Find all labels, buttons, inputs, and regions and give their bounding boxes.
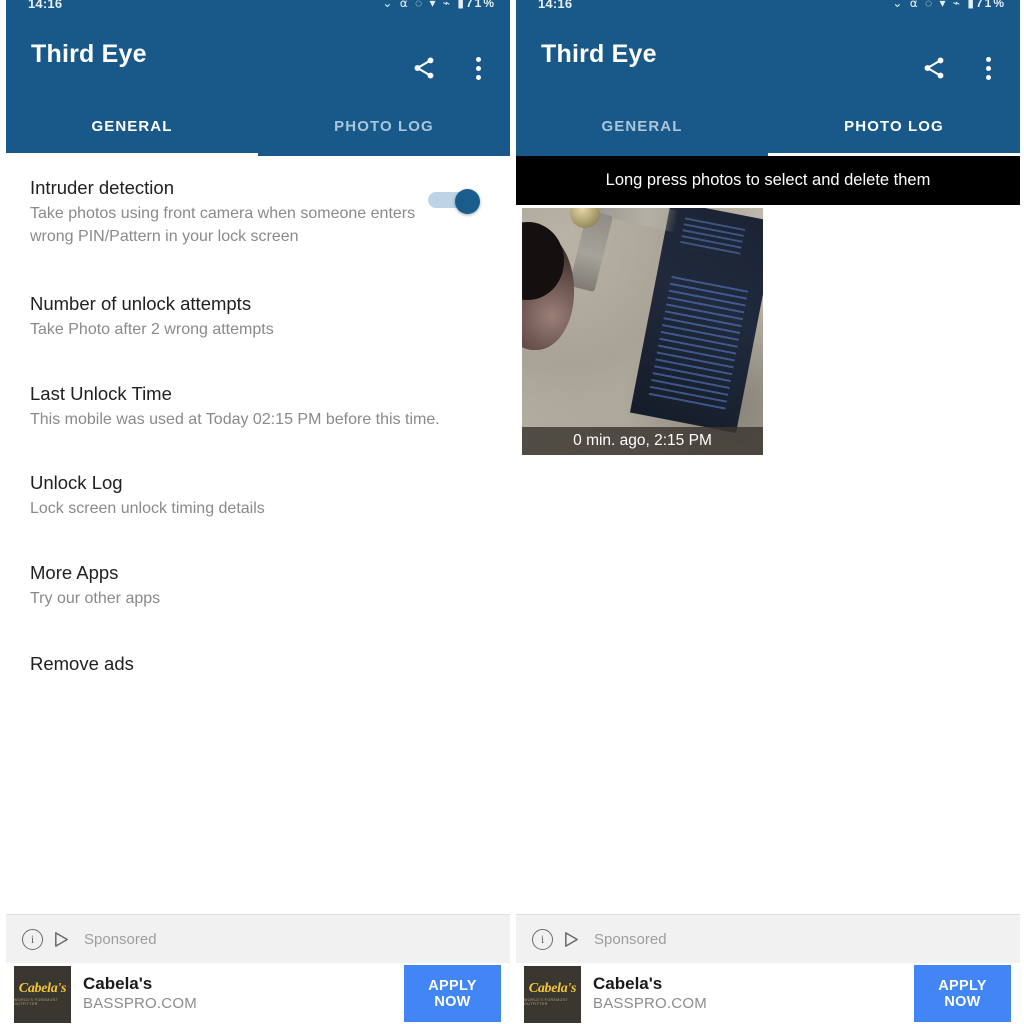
status-bar-system-icons: ⌄ ⍺ ◌ ▾ ⌁ ▮71% bbox=[892, 0, 1006, 10]
advertiser-logo: Cabela's World's Foremost Outfitter bbox=[524, 965, 581, 1023]
tab-photo-log[interactable]: PHOTO LOG bbox=[258, 100, 510, 156]
tab-general[interactable]: GENERAL bbox=[6, 100, 258, 156]
setting-remove-ads[interactable]: Remove ads bbox=[6, 652, 510, 676]
intruder-detection-toggle[interactable] bbox=[428, 189, 480, 214]
overflow-dots bbox=[475, 56, 481, 80]
tab-photo-log[interactable]: PHOTO LOG bbox=[768, 100, 1020, 156]
setting-subtitle: Take photos using front camera when some… bbox=[30, 205, 416, 245]
apply-now-button[interactable]: APPLY NOW bbox=[404, 965, 501, 1022]
app-title: Third Eye bbox=[31, 40, 147, 68]
setting-title: Last Unlock Time bbox=[30, 382, 172, 404]
settings-list: Intruder detection Take photos using fro… bbox=[6, 156, 510, 676]
setting-title: Unlock Log bbox=[30, 472, 123, 493]
photo-detail-monitor bbox=[629, 208, 763, 434]
setting-title: Intruder detection bbox=[30, 177, 174, 198]
overflow-dot bbox=[985, 56, 991, 62]
status-bar: 14:16 ⌄ ⍺ ◌ ▾ ⌁ ▮71% bbox=[516, 0, 1020, 16]
overflow-dot bbox=[475, 65, 481, 71]
setting-unlock-attempts[interactable]: Number of unlock attempts Take Photo aft… bbox=[6, 292, 510, 342]
status-icons-glyphs: ⌄ ⍺ ◌ ▾ ⌁ ▮ bbox=[382, 0, 466, 10]
tab-general[interactable]: GENERAL bbox=[516, 100, 768, 156]
screenshot-root: 14:16 ⌄ ⍺ ◌ ▾ ⌁ ▮71% Third Eye GENERAL P… bbox=[0, 0, 1024, 1024]
ad-sponsored-strip: i Sponsored bbox=[6, 914, 510, 963]
long-press-hint-banner: Long press photos to select and delete t… bbox=[516, 156, 1020, 205]
ad-advertiser-name: Cabela's bbox=[593, 974, 663, 993]
status-bar-system-icons: ⌄ ⍺ ◌ ▾ ⌁ ▮71% bbox=[382, 0, 496, 10]
setting-last-unlock-time[interactable]: Last Unlock Time This mobile was used at… bbox=[6, 382, 510, 432]
ad-sponsored-strip: i Sponsored bbox=[516, 914, 1020, 963]
ad-domain: BASSPRO.COM bbox=[83, 995, 197, 1012]
ad-banner: i Sponsored Cabela's World's Foremost Ou… bbox=[6, 914, 510, 1024]
sponsored-label: Sponsored bbox=[84, 930, 157, 948]
overflow-dot bbox=[475, 74, 481, 80]
ad-domain: BASSPRO.COM bbox=[593, 995, 707, 1012]
status-bar-clock: 14:16 bbox=[538, 0, 573, 11]
setting-title: More Apps bbox=[30, 561, 119, 583]
overflow-menu-icon[interactable] bbox=[464, 54, 492, 82]
overflow-dot bbox=[475, 56, 481, 62]
advertiser-logo: Cabela's World's Foremost Outfitter bbox=[14, 965, 71, 1023]
status-bar-clock: 14:16 bbox=[28, 0, 63, 11]
setting-title: Remove ads bbox=[30, 653, 134, 674]
ad-text-block: Cabela's BASSPRO.COM bbox=[593, 974, 707, 1014]
battery-percent: 71% bbox=[465, 0, 496, 10]
overflow-dot bbox=[985, 74, 991, 80]
photo-thumbnail-item[interactable]: 0 min. ago, 2:15 PM bbox=[522, 208, 763, 455]
advertiser-logo-subtext: World's Foremost Outfitter bbox=[14, 998, 59, 1006]
overflow-menu-icon[interactable] bbox=[974, 54, 1002, 82]
ad-advertiser-name: Cabela's bbox=[83, 974, 153, 993]
status-icons-glyphs: ⌄ ⍺ ◌ ▾ ⌁ ▮ bbox=[892, 0, 976, 10]
setting-intruder-detection[interactable]: Intruder detection Take photos using fro… bbox=[6, 176, 510, 248]
info-icon[interactable]: i bbox=[22, 928, 43, 950]
ad-body[interactable]: Cabela's World's Foremost Outfitter Cabe… bbox=[6, 963, 510, 1024]
apply-now-button[interactable]: APPLY NOW bbox=[914, 965, 1011, 1022]
status-bar: 14:16 ⌄ ⍺ ◌ ▾ ⌁ ▮71% bbox=[6, 0, 510, 16]
advertiser-logo-text: Cabela's bbox=[18, 981, 67, 996]
app-bar-actions bbox=[410, 54, 492, 82]
app-bar-actions bbox=[920, 54, 1002, 82]
setting-unlock-log[interactable]: Unlock Log Lock screen unlock timing det… bbox=[6, 471, 510, 521]
app-title: Third Eye bbox=[541, 40, 657, 68]
share-icon[interactable] bbox=[920, 54, 948, 82]
adchoices-icon[interactable] bbox=[52, 930, 71, 949]
adchoices-icon[interactable] bbox=[562, 930, 581, 949]
photo-log-grid: 0 min. ago, 2:15 PM bbox=[516, 205, 1020, 1024]
tab-bar: GENERAL PHOTO LOG bbox=[516, 100, 1020, 156]
ad-body[interactable]: Cabela's World's Foremost Outfitter Cabe… bbox=[516, 963, 1020, 1024]
app-bar: Third Eye bbox=[6, 16, 510, 100]
setting-subtitle: Lock screen unlock timing details bbox=[30, 500, 265, 517]
general-tab-content: Intruder detection Take photos using fro… bbox=[6, 156, 510, 1024]
advertiser-logo-text: Cabela's bbox=[528, 981, 577, 996]
setting-more-apps[interactable]: More Apps Try our other apps bbox=[6, 561, 510, 611]
advertiser-logo-subtext: World's Foremost Outfitter bbox=[524, 998, 569, 1006]
toggle-thumb bbox=[455, 189, 480, 214]
photo-timestamp-caption: 0 min. ago, 2:15 PM bbox=[522, 427, 763, 455]
overflow-dots bbox=[985, 56, 991, 80]
ad-text-block: Cabela's BASSPRO.COM bbox=[83, 974, 197, 1014]
phone-screen-photo-log: 14:16 ⌄ ⍺ ◌ ▾ ⌁ ▮71% Third Eye GENERAL P… bbox=[516, 0, 1020, 1024]
setting-subtitle: Take Photo after 2 wrong attempts bbox=[30, 321, 274, 338]
share-icon[interactable] bbox=[410, 54, 438, 82]
tab-bar: GENERAL PHOTO LOG bbox=[6, 100, 510, 156]
info-icon[interactable]: i bbox=[532, 928, 553, 950]
ad-banner: i Sponsored Cabela's World's Foremost Ou… bbox=[516, 914, 1020, 1024]
setting-subtitle: This mobile was used at Today 02:15 PM b… bbox=[30, 410, 440, 428]
setting-title: Number of unlock attempts bbox=[30, 293, 252, 314]
photo-image bbox=[522, 208, 763, 455]
sponsored-label: Sponsored bbox=[594, 930, 667, 948]
overflow-dot bbox=[985, 65, 991, 71]
phone-screen-general: 14:16 ⌄ ⍺ ◌ ▾ ⌁ ▮71% Third Eye GENERAL P… bbox=[6, 0, 510, 1024]
app-bar: Third Eye bbox=[516, 16, 1020, 100]
battery-percent: 71% bbox=[975, 0, 1006, 10]
setting-subtitle: Try our other apps bbox=[30, 589, 161, 607]
